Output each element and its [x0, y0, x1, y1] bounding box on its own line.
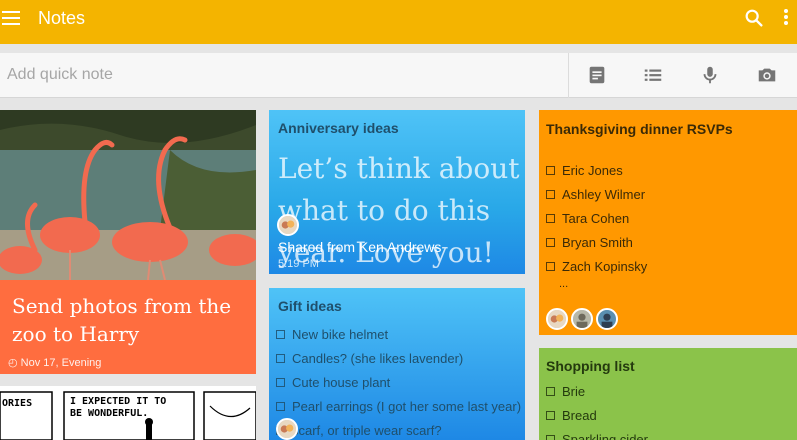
avatar	[546, 308, 568, 330]
checkbox-icon[interactable]	[276, 377, 285, 387]
overflow-menu-icon[interactable]	[783, 9, 789, 27]
checkbox-icon[interactable]	[276, 401, 285, 411]
note-title: Anniversary ideas	[278, 120, 399, 136]
search-icon[interactable]	[743, 7, 765, 29]
list-item: Candles? (she likes lavender)	[276, 346, 521, 370]
list-item-label: Candles? (she likes lavender)	[292, 350, 464, 366]
checklist: New bike helmet Candles? (she likes lave…	[276, 322, 521, 440]
list-item-label: Ashley Wilmer	[562, 186, 646, 202]
note-card-comic[interactable]: ORIES I EXPECTED IT TO BE WONDERFUL.	[0, 386, 256, 440]
list-item-label: Tara Cohen	[562, 210, 630, 226]
list-item: Pearl earrings (I got her some last year…	[276, 394, 521, 418]
note-time: 5:19 PM	[278, 258, 319, 270]
checkbox-icon[interactable]	[276, 353, 285, 363]
hamburger-menu-icon[interactable]	[2, 11, 20, 25]
microphone-icon[interactable]	[699, 64, 721, 86]
list-item-label: Brie	[562, 383, 586, 399]
shared-by-label: Shared from Ken Andrews	[278, 239, 442, 255]
list-item-label: New bike helmet	[292, 326, 389, 342]
list-item: Tara Cohen	[546, 206, 647, 230]
note-body: Let’s think about what to do this year. …	[278, 152, 520, 269]
checkbox-icon[interactable]	[546, 189, 555, 199]
list-item-label: Zach Kopinsky	[562, 258, 648, 274]
checkbox-icon[interactable]	[546, 165, 555, 175]
note-card-anniversary[interactable]: Anniversary ideas Let’s think about what…	[269, 110, 525, 274]
checkbox-icon[interactable]	[546, 213, 555, 223]
camera-icon[interactable]	[756, 64, 778, 86]
note-card-thanksgiving[interactable]: Thanksgiving dinner RSVPs Eric Jones Ash…	[539, 110, 797, 335]
app-title: Notes	[38, 8, 86, 28]
list-item: Sparkling cider	[546, 427, 648, 440]
flamingo-photo	[0, 110, 256, 280]
avatar	[571, 308, 593, 330]
comic-text-left: ORIES	[2, 398, 33, 409]
divider	[568, 53, 569, 98]
list-item: scarf, or triple wear scarf?	[276, 418, 521, 440]
reminder-time: Nov 17, Evening	[20, 357, 102, 369]
list-item: Bread	[546, 403, 648, 427]
checkbox-icon[interactable]	[276, 329, 285, 339]
note-card-photo[interactable]: Send photos from the zoo to Harry ◴ Nov …	[0, 110, 256, 374]
reminder-label: ◴ Nov 17, Evening	[8, 356, 101, 369]
comic-caption: I EXPECTED IT TO BE WONDERFUL.	[70, 396, 167, 419]
list-item-label: Sparkling cider	[562, 431, 648, 440]
note-title: Shopping list	[546, 358, 635, 374]
list-item: Ashley Wilmer	[546, 182, 647, 206]
list-item-label: Pearl earrings (I got her some last year…	[292, 398, 522, 414]
list-item-label: Bread	[562, 407, 597, 423]
note-title: Thanksgiving dinner RSVPs	[546, 121, 733, 137]
note-title: Gift ideas	[278, 298, 342, 314]
list-item: Zach Kopinsky	[546, 254, 647, 278]
list-item: Bryan Smith	[546, 230, 647, 254]
quick-note-bar: Add quick note	[0, 53, 797, 98]
list-item-label: Cute house plant	[292, 374, 391, 390]
list-item: Eric Jones	[546, 158, 647, 182]
clock-icon: ◴	[8, 357, 18, 369]
checkbox-icon[interactable]	[546, 261, 555, 271]
checkbox-icon[interactable]	[546, 386, 555, 396]
list-item-label: scarf, or triple wear scarf?	[292, 422, 442, 438]
app-bar: Notes	[0, 0, 797, 44]
note-body: Send photos from the zoo to Harry	[12, 294, 232, 346]
more-items-indicator: ...	[559, 278, 569, 290]
note-card-gift-ideas[interactable]: Gift ideas New bike helmet Candles? (she…	[269, 288, 525, 440]
note-card-shopping-list[interactable]: Shopping list Brie Bread Sparkling cider	[539, 348, 797, 440]
quick-note-input[interactable]: Add quick note	[7, 66, 113, 84]
checkbox-icon[interactable]	[546, 237, 555, 247]
list-item-label: Eric Jones	[562, 162, 623, 178]
avatar	[596, 308, 618, 330]
list-icon[interactable]	[642, 64, 664, 86]
list-item: Brie	[546, 379, 648, 403]
note-icon[interactable]	[586, 64, 608, 86]
avatar	[276, 418, 298, 440]
checklist: Eric Jones Ashley Wilmer Tara Cohen Brya…	[546, 158, 647, 278]
checkbox-icon[interactable]	[546, 410, 555, 420]
avatar	[277, 214, 299, 236]
list-item: Cute house plant	[276, 370, 521, 394]
checkbox-icon[interactable]	[546, 434, 555, 440]
list-item-label: Bryan Smith	[562, 234, 633, 250]
checklist: Brie Bread Sparkling cider	[546, 379, 648, 440]
list-item: New bike helmet	[276, 322, 521, 346]
